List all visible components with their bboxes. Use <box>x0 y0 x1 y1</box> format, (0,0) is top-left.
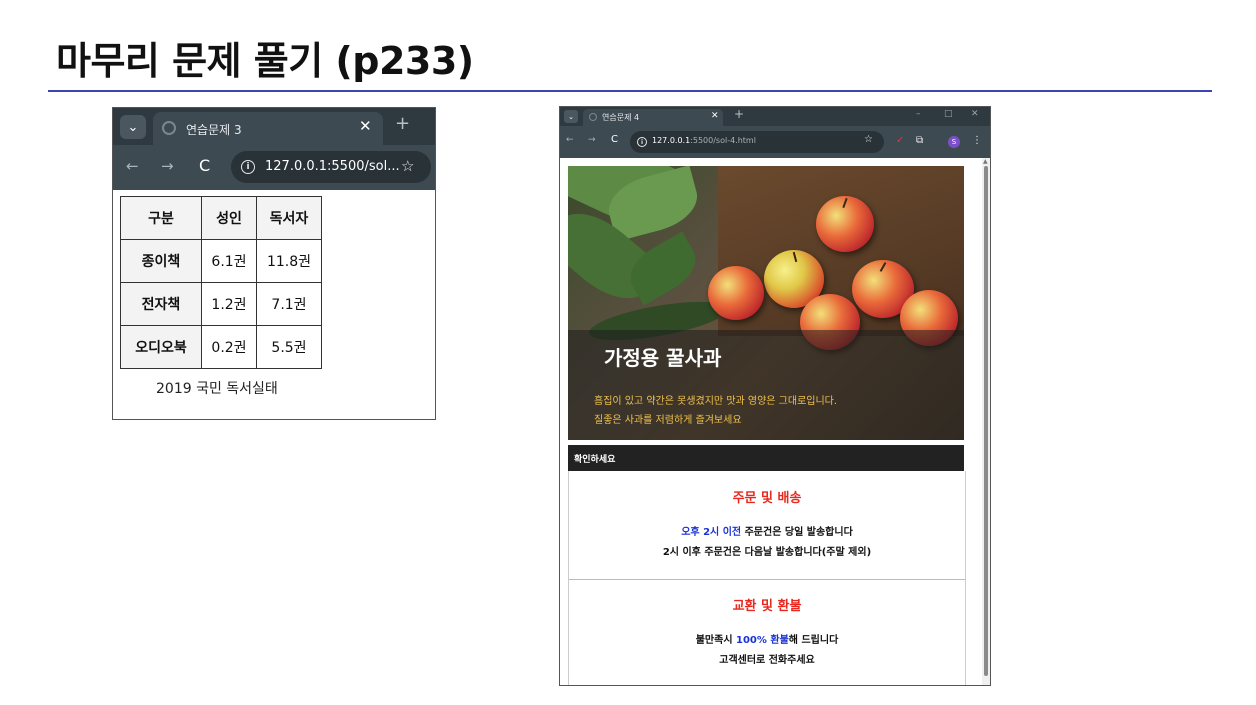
tab-search-menu-button[interactable]: ⌄ <box>564 110 578 123</box>
forward-arrow-icon[interactable]: → <box>161 157 174 175</box>
forward-arrow-icon[interactable]: → <box>588 135 596 145</box>
extensions-icon[interactable]: ⧉ <box>916 135 923 146</box>
section-title: 주문 및 배송 <box>732 491 802 506</box>
hero-subtitle-line2: 질좋은 사과를 저렴하게 즐겨보세요 <box>594 415 742 426</box>
shipping-line-2: 2시 이후 주문건은 다음날 발송합니다(주말 제외) <box>662 547 872 558</box>
site-info-icon[interactable]: i <box>241 160 255 174</box>
tab-search-menu-button[interactable]: ⌄ <box>120 115 146 139</box>
new-tab-button[interactable]: + <box>734 107 744 121</box>
section-title: 교환 및 환불 <box>732 599 802 614</box>
table-header-cell: 독서자 <box>256 196 322 240</box>
reload-icon[interactable]: C <box>199 156 210 175</box>
page-viewport: 가정용 꿀사과 흠집이 있고 약간은 못생겼지만 맛과 영양은 그대로입니다. … <box>560 158 990 685</box>
table-cell: 6.1권 <box>201 239 257 283</box>
table-row: 오디오북 0.2권 5.5권 <box>120 325 322 369</box>
profile-avatar[interactable]: S <box>948 136 960 148</box>
table-row: 전자책 1.2권 7.1권 <box>120 282 322 326</box>
row-header-cell: 전자책 <box>120 282 202 326</box>
tab-bar: ⌄ 연습문제 4 ✕ + – □ ✕ <box>560 107 990 126</box>
scroll-up-arrow-icon[interactable]: ▲ <box>983 158 988 165</box>
table-caption: 2019 국민 독서실태 <box>156 381 278 397</box>
notice-bar: 확인하세요 <box>568 445 964 471</box>
refund-section: 교환 및 환불 불만족시 100% 환불해 드립니다 고객센터로 전화주세요 <box>568 579 966 685</box>
active-tab[interactable]: 연습문제 4 ✕ <box>583 109 723 126</box>
toolbar: ← → C i 127.0.0.1:5500/sol... ☆ <box>113 145 435 190</box>
tab-bar: ⌄ 연습문제 3 ✕ + <box>113 108 435 145</box>
bookmark-star-icon[interactable]: ☆ <box>864 134 873 145</box>
site-info-icon[interactable]: i <box>637 137 647 147</box>
pen-extension-icon[interactable]: ✓ <box>896 135 904 146</box>
reload-icon[interactable]: C <box>611 134 618 145</box>
address-bar[interactable]: i 127.0.0.1:5500/sol... ☆ <box>231 151 431 183</box>
tab-close-icon[interactable]: ✕ <box>711 111 719 121</box>
table-cell: 0.2권 <box>201 325 257 369</box>
highlight-text: 100% 환불 <box>736 635 789 646</box>
reading-table: 구분 성인 독서자 종이책 6.1권 11.8권 전자책 1.2권 7.1권 오… <box>120 196 322 369</box>
maximize-icon[interactable]: □ <box>944 109 953 119</box>
table-cell: 11.8권 <box>256 239 322 283</box>
new-tab-button[interactable]: + <box>395 113 410 134</box>
browser-window-1: ⌄ 연습문제 3 ✕ + ← → C i 127.0.0.1:5500/sol.… <box>112 107 436 420</box>
tab-title: 연습문제 3 <box>186 123 242 137</box>
toolbar: ← → C i 127.0.0.1:5500/sol-4.html ☆ ✓ ⧉ … <box>560 126 990 158</box>
table-row: 종이책 6.1권 11.8권 <box>120 239 322 283</box>
slide-title: 마무리 문제 풀기 (p233) <box>56 39 474 83</box>
globe-icon <box>589 113 597 121</box>
shipping-line-1: 오후 2시 이전 주문건은 당일 발송합니다 <box>569 523 965 538</box>
url-text: 127.0.0.1:5500/sol... <box>265 159 400 174</box>
hero-banner: 가정용 꿀사과 흠집이 있고 약간은 못생겼지만 맛과 영양은 그대로입니다. … <box>568 166 964 440</box>
page-content: 구분 성인 독서자 종이책 6.1권 11.8권 전자책 1.2권 7.1권 오… <box>113 190 435 419</box>
url-host: 127.0.0.1 <box>652 136 691 145</box>
table-header-cell: 성인 <box>201 196 257 240</box>
back-arrow-icon[interactable]: ← <box>566 135 574 145</box>
globe-icon <box>162 121 176 135</box>
row-header-cell: 오디오북 <box>120 325 202 369</box>
tab-title: 연습문제 4 <box>602 113 640 122</box>
notice-label: 확인하세요 <box>574 455 616 465</box>
refund-line-1-post: 해 드립니다 <box>788 635 839 646</box>
window-close-icon[interactable]: ✕ <box>971 109 979 119</box>
highlight-text: 오후 2시 이전 <box>681 527 742 538</box>
hero-subtitle-line1: 흠집이 있고 약간은 못생겼지만 맛과 영양은 그대로입니다. <box>594 396 838 407</box>
shipping-line-1-rest: 주문건은 당일 발송합니다 <box>741 527 853 538</box>
table-cell: 1.2권 <box>201 282 257 326</box>
table-header-cell: 구분 <box>120 196 202 240</box>
shipping-section: 주문 및 배송 오후 2시 이전 주문건은 당일 발송합니다 2시 이후 주문건… <box>568 471 966 580</box>
row-header-cell: 종이책 <box>120 239 202 283</box>
address-bar[interactable]: i 127.0.0.1:5500/sol-4.html ☆ <box>630 131 884 153</box>
tab-close-icon[interactable]: ✕ <box>359 117 372 135</box>
bookmark-star-icon[interactable]: ☆ <box>401 157 414 175</box>
scrollbar-thumb[interactable] <box>984 166 988 676</box>
more-menu-icon[interactable]: ⋮ <box>972 135 982 146</box>
hero-title: 가정용 꿀사과 <box>604 346 722 370</box>
back-arrow-icon[interactable]: ← <box>126 157 139 175</box>
refund-line-1-pre: 불만족시 <box>695 635 737 646</box>
browser-window-2: ⌄ 연습문제 4 ✕ + – □ ✕ ← → C i 127.0.0.1:550… <box>559 106 991 686</box>
url-text: 127.0.0.1:5500/sol-4.html <box>652 136 756 145</box>
table-cell: 5.5권 <box>256 325 322 369</box>
table-cell: 7.1권 <box>256 282 322 326</box>
refund-line-1: 불만족시 100% 환불해 드립니다 <box>569 631 965 646</box>
refund-line-2: 고객센터로 전화주세요 <box>719 655 815 666</box>
vertical-scrollbar[interactable]: ▲ <box>982 158 990 685</box>
table-header-row: 구분 성인 독서자 <box>120 196 322 240</box>
minimize-icon[interactable]: – <box>916 109 921 119</box>
active-tab[interactable]: 연습문제 3 ✕ <box>153 112 383 145</box>
url-path: :5500/sol-4.html <box>690 136 756 145</box>
title-underline <box>48 90 1212 92</box>
apple <box>708 266 764 320</box>
